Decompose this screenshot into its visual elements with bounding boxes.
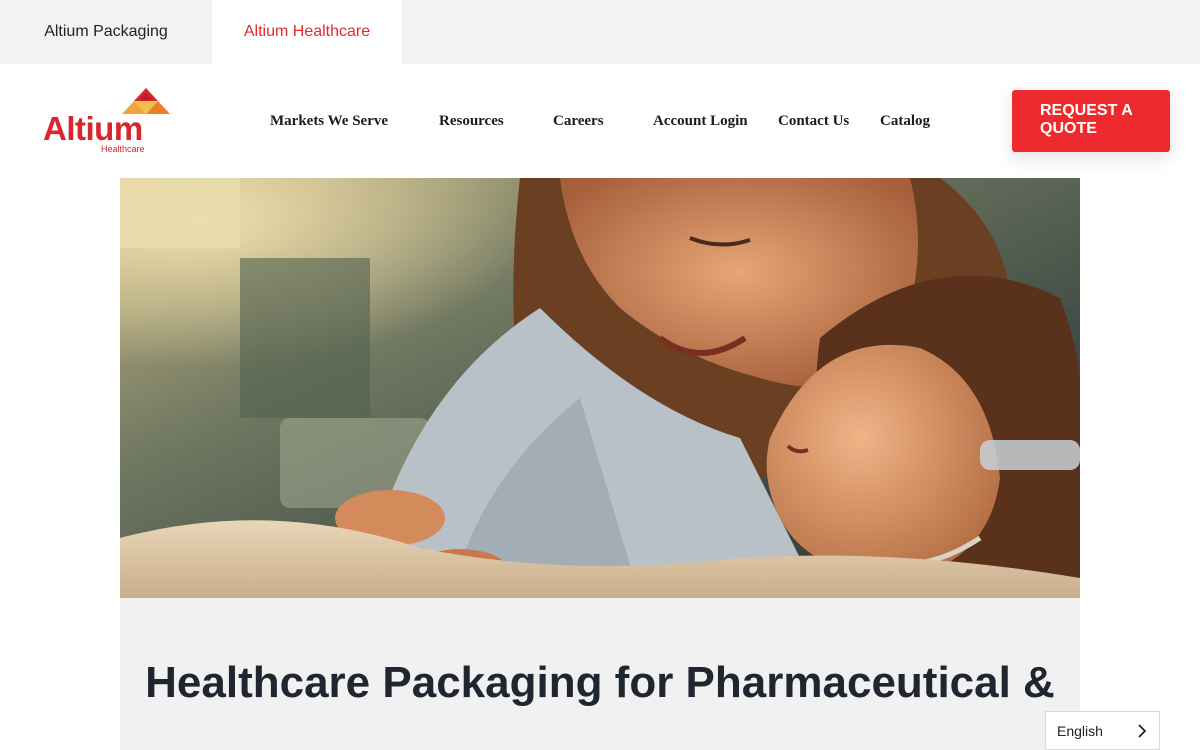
logo-wordmark: Altium	[43, 110, 143, 147]
intro-section: Healthcare Packaging for Pharmaceutical …	[120, 598, 1080, 750]
nav-markets-we-serve[interactable]: Markets We Serve	[270, 64, 388, 178]
nav-contact-us[interactable]: Contact Us	[778, 64, 849, 178]
hero-photo-icon	[120, 178, 1080, 598]
nav-account-login[interactable]: Account Login	[653, 64, 748, 178]
site-tab-altium-healthcare[interactable]: Altium Healthcare	[212, 0, 402, 64]
chevron-right-icon	[1138, 724, 1147, 738]
site-tab-altium-packaging[interactable]: Altium Packaging	[0, 0, 212, 64]
nav-careers[interactable]: Careers	[553, 64, 604, 178]
page-headline: Healthcare Packaging for Pharmaceutical …	[145, 658, 1055, 707]
nav-resources[interactable]: Resources	[439, 64, 504, 178]
site-switch-bar: Altium Packaging Altium Healthcare	[0, 0, 1200, 64]
logo-subtitle: Healthcare	[101, 144, 145, 154]
language-selected: English	[1057, 722, 1103, 739]
request-a-quote-button[interactable]: REQUEST A QUOTE	[1012, 90, 1170, 152]
site-header: Altium Healthcare Markets We Serve Resou…	[0, 64, 1200, 178]
language-selector[interactable]: English	[1045, 711, 1160, 750]
hero-photo	[120, 178, 1080, 598]
altium-healthcare-logo[interactable]: Altium Healthcare	[40, 86, 175, 158]
nav-catalog[interactable]: Catalog	[880, 64, 930, 178]
